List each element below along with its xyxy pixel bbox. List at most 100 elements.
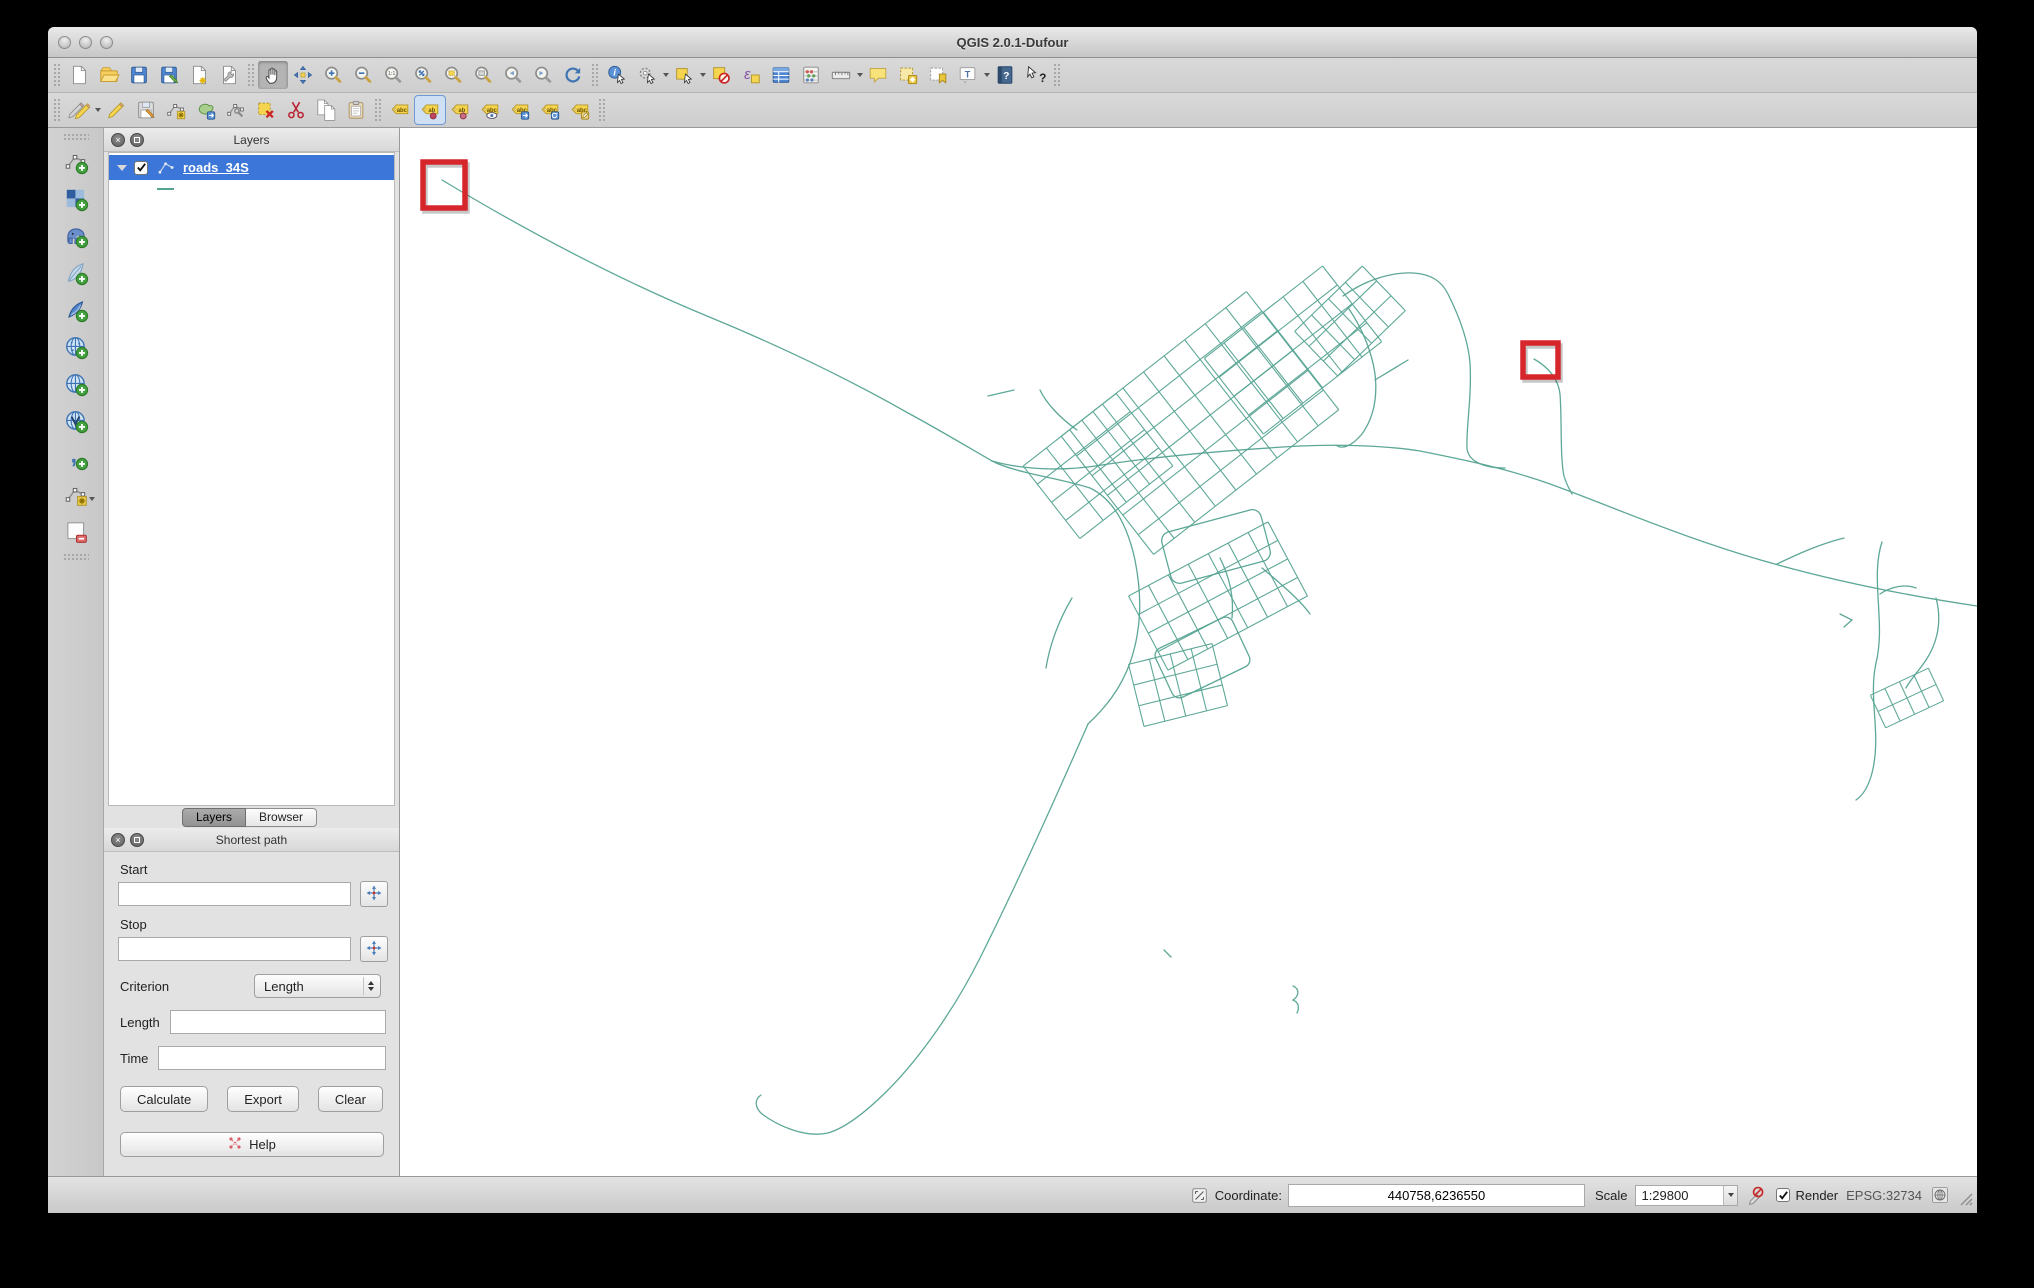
- close-panel-icon[interactable]: ×: [111, 132, 125, 147]
- tab-layers[interactable]: Layers: [182, 807, 247, 827]
- select-features-button[interactable]: [669, 61, 699, 89]
- show-hidden-labels-button[interactable]: abc: [475, 96, 505, 124]
- zoom-to-selection-button[interactable]: [438, 61, 468, 89]
- add-raster-layer-button[interactable]: [58, 180, 94, 217]
- crs-status-icon[interactable]: [1930, 1185, 1950, 1205]
- toolbar-grip[interactable]: [247, 63, 254, 87]
- close-window-button[interactable]: [58, 36, 71, 49]
- add-mssql-layer-button[interactable]: [58, 291, 94, 328]
- calculate-button[interactable]: Calculate: [120, 1086, 209, 1112]
- zoom-last-button[interactable]: [498, 61, 528, 89]
- new-bookmark-button[interactable]: [893, 61, 923, 89]
- criterion-select[interactable]: Length: [254, 974, 381, 998]
- capture-stop-point-button[interactable]: [360, 936, 388, 962]
- time-output[interactable]: [158, 1046, 386, 1070]
- add-oracle-layer-button[interactable]: [58, 328, 94, 365]
- pin-unpin-labels-button[interactable]: ab: [414, 95, 446, 125]
- clear-button[interactable]: Clear: [317, 1086, 383, 1112]
- current-edits-button[interactable]: [64, 96, 94, 124]
- add-spatialite-layer-button[interactable]: [58, 254, 94, 291]
- add-wfs-layer-button[interactable]: [58, 402, 94, 439]
- layer-visibility-checkbox[interactable]: [134, 160, 148, 175]
- minimize-window-button[interactable]: [79, 36, 92, 49]
- coordinate-input[interactable]: [1287, 1183, 1585, 1207]
- add-delimited-text-layer-button[interactable]: ,: [58, 439, 94, 476]
- zoom-out-button[interactable]: [348, 61, 378, 89]
- toolbar-grip[interactable]: [62, 553, 89, 560]
- zoom-actual-size-button[interactable]: 1:1: [378, 61, 408, 89]
- change-label-button[interactable]: abc: [565, 96, 595, 124]
- save-project-as-button[interactable]: [154, 61, 184, 89]
- labeling-button[interactable]: abc: [385, 96, 415, 124]
- layer-item-roads-34S[interactable]: roads_34S: [109, 155, 394, 180]
- float-panel-icon[interactable]: [130, 132, 144, 147]
- copy-features-button[interactable]: [311, 96, 341, 124]
- highlight-pinned-labels-button[interactable]: ab: [445, 96, 475, 124]
- close-panel-icon[interactable]: ×: [111, 832, 125, 847]
- pan-map-button[interactable]: [258, 61, 288, 89]
- stop-rendering-icon[interactable]: [1746, 1185, 1766, 1205]
- coordinate-display-icon[interactable]: [1190, 1186, 1209, 1205]
- dropdown-arrow-icon[interactable]: [88, 497, 95, 501]
- move-feature-button[interactable]: [191, 96, 221, 124]
- new-shapefile-layer-button[interactable]: [58, 476, 95, 513]
- rotate-label-button[interactable]: abc: [535, 96, 565, 124]
- measure-line-button[interactable]: [826, 61, 856, 89]
- tab-browser[interactable]: Browser: [246, 807, 318, 827]
- layer-expand-icon[interactable]: [117, 164, 127, 171]
- add-wms-layer-button[interactable]: [58, 365, 94, 402]
- composer-manager-button[interactable]: [214, 61, 244, 89]
- toolbar-grip[interactable]: [591, 63, 598, 87]
- toggle-editing-button[interactable]: [101, 96, 131, 124]
- toolbar-grip[interactable]: [53, 63, 60, 87]
- zoom-next-button[interactable]: [528, 61, 558, 89]
- toolbar-grip[interactable]: [598, 98, 605, 122]
- open-project-button[interactable]: [94, 61, 124, 89]
- float-panel-icon[interactable]: [130, 832, 144, 847]
- node-tool-button[interactable]: [221, 96, 251, 124]
- move-label-button[interactable]: abc: [505, 96, 535, 124]
- render-checkbox[interactable]: [1776, 1188, 1791, 1202]
- text-annotation-button[interactable]: T: [953, 61, 983, 89]
- start-input[interactable]: [118, 882, 351, 906]
- save-layer-edits-button[interactable]: [131, 96, 161, 124]
- toolbar-grip[interactable]: [1053, 63, 1060, 87]
- scale-combo[interactable]: 1:29800: [1635, 1184, 1739, 1206]
- open-attribute-table-button[interactable]: [766, 61, 796, 89]
- remove-layer-button[interactable]: [58, 513, 94, 550]
- whats-this-button[interactable]: ?: [1020, 61, 1050, 89]
- stop-input[interactable]: [118, 937, 351, 961]
- paste-features-button[interactable]: [341, 96, 371, 124]
- add-vector-layer-button[interactable]: [58, 143, 94, 180]
- toolbar-grip[interactable]: [62, 133, 89, 140]
- export-button[interactable]: Export: [227, 1086, 299, 1112]
- zoom-in-button[interactable]: [318, 61, 348, 89]
- capture-start-point-button[interactable]: [360, 881, 388, 907]
- window-resize-grip[interactable]: [1958, 1191, 1973, 1209]
- deselect-features-button[interactable]: [706, 61, 736, 89]
- zoom-window-button[interactable]: [100, 36, 113, 49]
- zoom-full-button[interactable]: [408, 61, 438, 89]
- cut-features-button[interactable]: [281, 96, 311, 124]
- help-contents-button[interactable]: ?: [990, 61, 1020, 89]
- length-output[interactable]: [169, 1010, 386, 1034]
- toolbar-grip[interactable]: [374, 98, 381, 122]
- zoom-to-layer-button[interactable]: [468, 61, 498, 89]
- field-calculator-button[interactable]: [796, 61, 826, 89]
- toolbar-grip[interactable]: [53, 98, 60, 122]
- run-feature-action-button[interactable]: [632, 61, 662, 89]
- delete-selected-button[interactable]: [251, 96, 281, 124]
- add-feature-button[interactable]: [161, 96, 191, 124]
- save-project-button[interactable]: [124, 61, 154, 89]
- help-button[interactable]: Help: [119, 1132, 384, 1157]
- new-print-composer-button[interactable]: [184, 61, 214, 89]
- new-project-button[interactable]: [64, 61, 94, 89]
- map-canvas[interactable]: [400, 128, 1977, 1176]
- pan-to-selection-button[interactable]: [288, 61, 318, 89]
- map-tips-button[interactable]: [863, 61, 893, 89]
- identify-features-button[interactable]: i: [602, 61, 632, 89]
- select-by-expression-button[interactable]: ε: [736, 61, 766, 89]
- add-postgis-layer-button[interactable]: [58, 217, 94, 254]
- show-bookmarks-button[interactable]: [923, 61, 953, 89]
- refresh-map-button[interactable]: [558, 61, 588, 89]
